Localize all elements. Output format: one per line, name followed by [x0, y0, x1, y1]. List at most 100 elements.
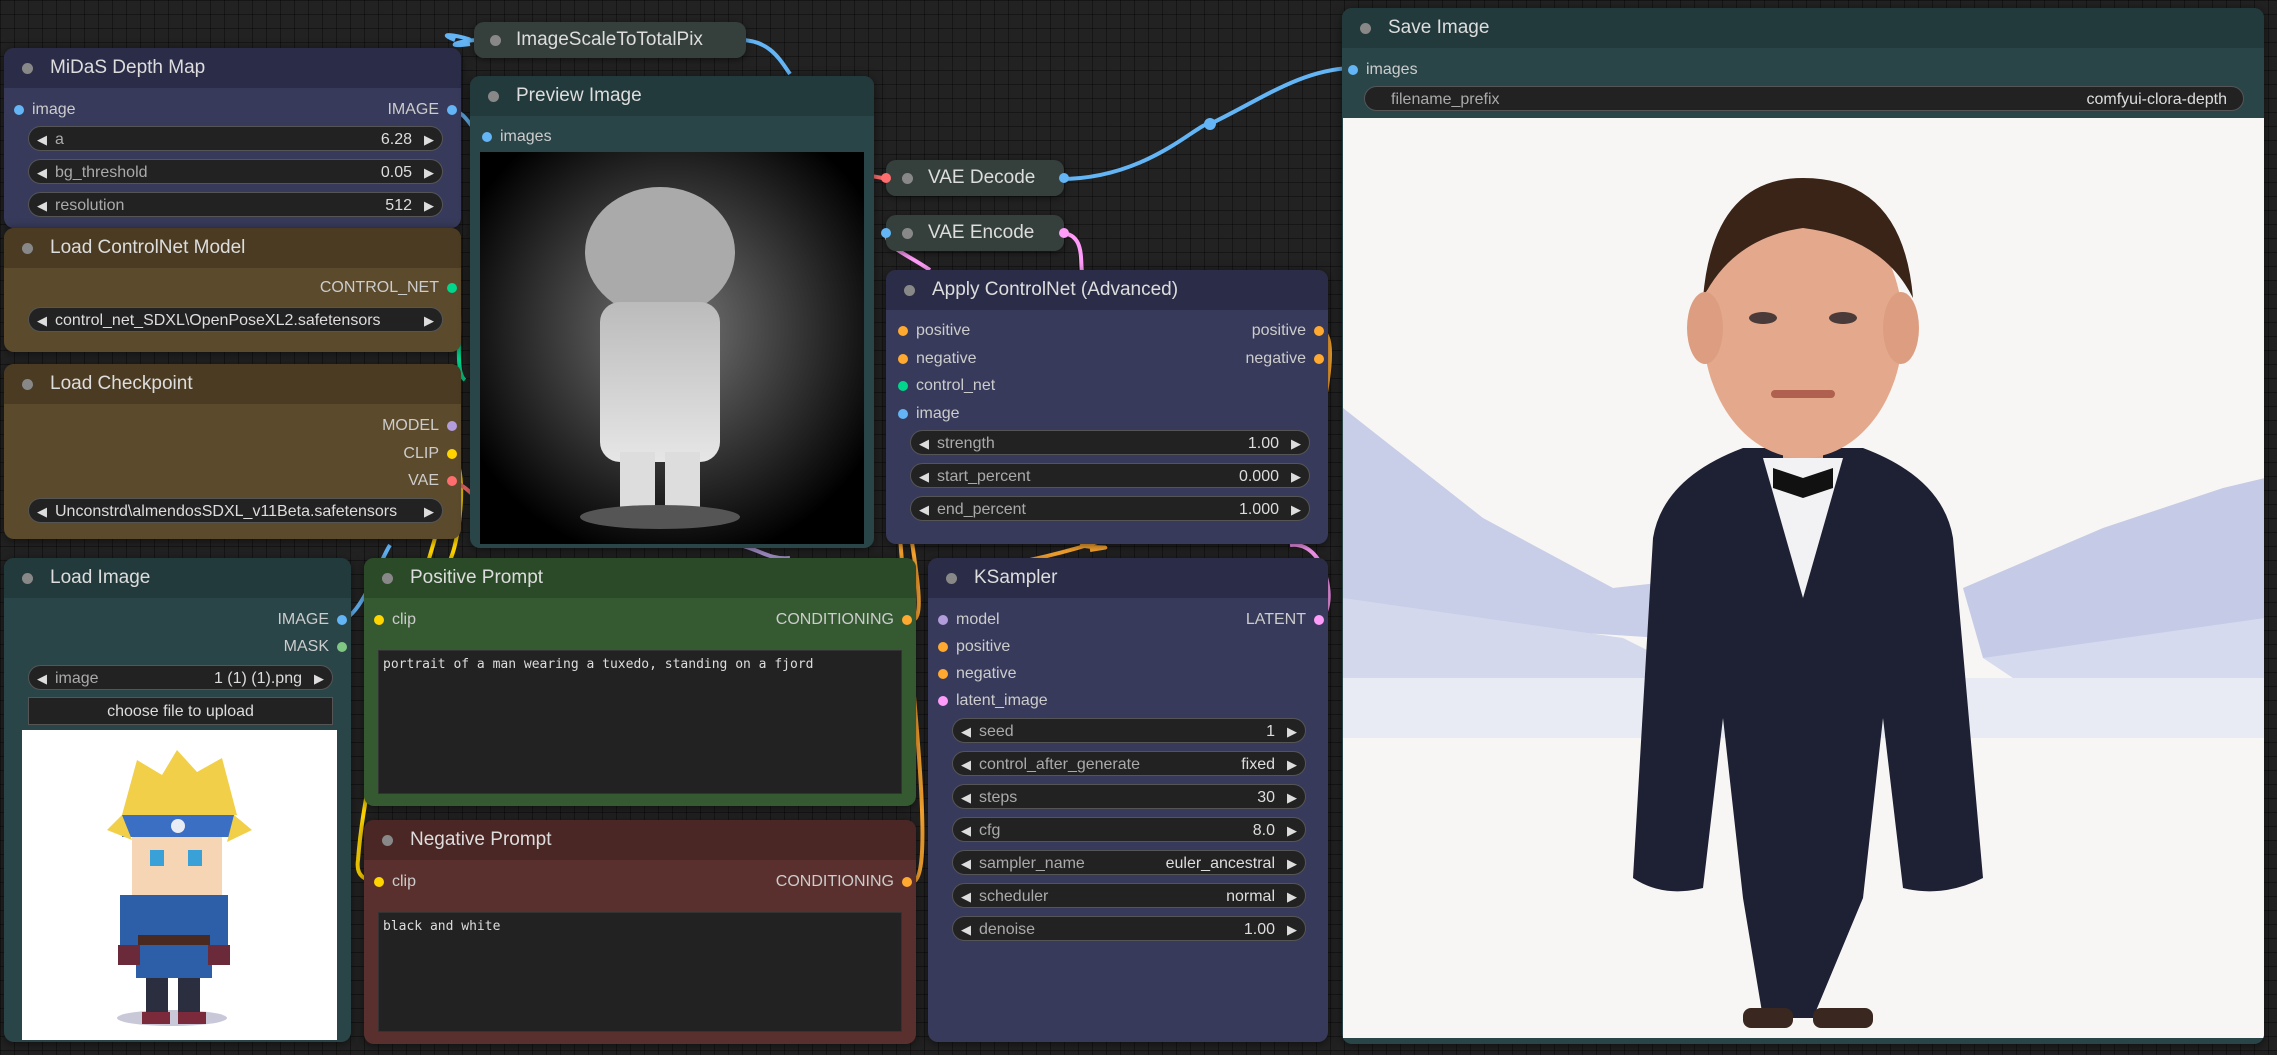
widget-filename-prefix[interactable]: filename_prefix comfyui-clora-depth: [1364, 86, 2244, 111]
output-pin[interactable]: [337, 615, 347, 625]
node-title-bar[interactable]: Positive Prompt: [364, 558, 916, 598]
widget-seed[interactable]: ◀ seed 1 ▶: [952, 718, 1306, 743]
collapse-dot-icon[interactable]: [382, 573, 393, 584]
increment-arrow-icon[interactable]: ▶: [424, 160, 434, 185]
input-pin[interactable]: [898, 354, 908, 364]
widget-image-select[interactable]: ◀ image 1 (1) (1).png ▶: [28, 665, 333, 690]
collapse-dot-icon[interactable]: [902, 173, 913, 184]
input-pin[interactable]: [14, 105, 24, 115]
input-pin[interactable]: [1348, 65, 1358, 75]
node-title-bar[interactable]: Load ControlNet Model: [4, 228, 461, 268]
input-latent-slot[interactable]: latent_image: [938, 690, 1048, 712]
increment-arrow-icon[interactable]: ▶: [1287, 785, 1297, 810]
widget-control-after-generate[interactable]: ◀ control_after_generate fixed ▶: [952, 751, 1306, 776]
negative-prompt-node[interactable]: Negative Prompt clip CONDITIONING black …: [364, 820, 916, 1044]
output-clip-slot[interactable]: CLIP: [403, 443, 457, 465]
widget-start-percent[interactable]: ◀ start_percent 0.000 ▶: [910, 463, 1310, 488]
collapse-dot-icon[interactable]: [22, 243, 33, 254]
image-scale-node[interactable]: ImageScaleToTotalPix: [474, 22, 746, 58]
widget-steps[interactable]: ◀ steps 30 ▶: [952, 784, 1306, 809]
decrement-arrow-icon[interactable]: ◀: [961, 719, 971, 744]
node-graph-canvas[interactable]: ImageScaleToTotalPix MiDaS Depth Map ima…: [0, 0, 2277, 1055]
input-image-slot[interactable]: image: [14, 99, 76, 121]
output-conditioning-slot[interactable]: CONDITIONING: [776, 609, 912, 631]
input-pin[interactable]: [898, 409, 908, 419]
increment-arrow-icon[interactable]: ▶: [1287, 917, 1297, 942]
output-image-slot[interactable]: IMAGE: [387, 99, 457, 121]
increment-arrow-icon[interactable]: ▶: [1287, 719, 1297, 744]
collapse-dot-icon[interactable]: [902, 228, 913, 239]
load-controlnet-node[interactable]: Load ControlNet Model CONTROL_NET ◀ cont…: [4, 228, 461, 352]
widget-control-net-name[interactable]: ◀ control_net_­SDXL\OpenPoseXL2.safetens…: [28, 307, 443, 332]
widget-denoise[interactable]: ◀ denoise 1.00 ▶: [952, 916, 1306, 941]
collapse-dot-icon[interactable]: [490, 35, 501, 46]
output-pin[interactable]: [1314, 326, 1324, 336]
node-title-bar[interactable]: Preview Image: [470, 76, 874, 116]
preview-image-node[interactable]: Preview Image images: [470, 76, 874, 548]
widget-bg-threshold[interactable]: ◀ bg_threshold 0.05 ▶: [28, 159, 443, 184]
save-image-node[interactable]: Save Image images filename_prefix comfyu…: [1342, 8, 2264, 1044]
decrement-arrow-icon[interactable]: ◀: [961, 917, 971, 942]
output-pin[interactable]: [902, 615, 912, 625]
collapse-dot-icon[interactable]: [22, 573, 33, 584]
output-pin[interactable]: [902, 877, 912, 887]
decrement-arrow-icon[interactable]: ◀: [919, 464, 929, 489]
decrement-arrow-icon[interactable]: ◀: [37, 193, 47, 218]
apply-controlnet-node[interactable]: Apply ControlNet (Advanced) positive neg…: [886, 270, 1328, 544]
collapse-dot-icon[interactable]: [22, 379, 33, 390]
input-pin[interactable]: [898, 326, 908, 336]
widget-strength[interactable]: ◀ strength 1.00 ▶: [910, 430, 1310, 455]
output-vae-slot[interactable]: VAE: [408, 470, 457, 492]
increment-arrow-icon[interactable]: ▶: [1291, 464, 1301, 489]
ksampler-node[interactable]: KSampler model positive negative latent_…: [928, 558, 1328, 1042]
decrement-arrow-icon[interactable]: ◀: [37, 160, 47, 185]
input-pin[interactable]: [938, 696, 948, 706]
input-pin[interactable]: [881, 173, 891, 183]
output-pin[interactable]: [1314, 615, 1324, 625]
collapse-dot-icon[interactable]: [904, 285, 915, 296]
decrement-arrow-icon[interactable]: ◀: [961, 884, 971, 909]
increment-arrow-icon[interactable]: ▶: [314, 666, 324, 691]
decrement-arrow-icon[interactable]: ◀: [961, 752, 971, 777]
increment-arrow-icon[interactable]: ▶: [1287, 818, 1297, 843]
output-controlnet-slot[interactable]: CONTROL_NET: [320, 277, 457, 299]
increment-arrow-icon[interactable]: ▶: [1291, 431, 1301, 456]
node-title-bar[interactable]: Apply ControlNet (Advanced): [886, 270, 1328, 310]
vae-decode-node[interactable]: VAE Decode: [881, 160, 1069, 196]
increment-arrow-icon[interactable]: ▶: [424, 308, 434, 333]
widget-a[interactable]: ◀ a 6.28 ▶: [28, 126, 443, 151]
widget-ckpt-name[interactable]: ◀ Unconstrd\almendosSDXL_v11Beta.safeten…: [28, 498, 443, 523]
decrement-arrow-icon[interactable]: ◀: [37, 308, 47, 333]
output-model-slot[interactable]: MODEL: [382, 415, 457, 437]
input-pin[interactable]: [938, 615, 948, 625]
widget-cfg[interactable]: ◀ cfg 8.0 ▶: [952, 817, 1306, 842]
widget-resolution[interactable]: ◀ resolution 512 ▶: [28, 192, 443, 217]
input-clip-slot[interactable]: clip: [374, 609, 416, 631]
prompt-textarea[interactable]: black and white: [378, 912, 902, 1032]
output-pin[interactable]: [1059, 173, 1069, 183]
upload-button[interactable]: choose file to upload: [28, 697, 333, 725]
input-negative-slot[interactable]: negative: [938, 663, 1017, 685]
collapse-dot-icon[interactable]: [22, 63, 33, 74]
input-pin[interactable]: [374, 877, 384, 887]
output-pin[interactable]: [447, 105, 457, 115]
output-conditioning-slot[interactable]: CONDITIONING: [776, 871, 912, 893]
increment-arrow-icon[interactable]: ▶: [1287, 851, 1297, 876]
collapse-dot-icon[interactable]: [488, 91, 499, 102]
input-images-slot[interactable]: images: [482, 126, 552, 148]
vae-encode-node[interactable]: VAE Encode: [881, 215, 1069, 251]
increment-arrow-icon[interactable]: ▶: [424, 499, 434, 524]
increment-arrow-icon[interactable]: ▶: [424, 193, 434, 218]
input-pin[interactable]: [881, 228, 891, 238]
decrement-arrow-icon[interactable]: ◀: [919, 431, 929, 456]
output-negative-slot[interactable]: negative: [1246, 348, 1324, 370]
increment-arrow-icon[interactable]: ▶: [1291, 497, 1301, 522]
input-pin[interactable]: [898, 381, 908, 391]
positive-prompt-node[interactable]: Positive Prompt clip CONDITIONING portra…: [364, 558, 916, 806]
input-controlnet-slot[interactable]: control_net: [898, 375, 995, 397]
collapse-dot-icon[interactable]: [946, 573, 957, 584]
input-negative-slot[interactable]: negative: [898, 348, 977, 370]
prompt-textarea[interactable]: portrait of a man wearing a tuxedo, stan…: [378, 650, 902, 794]
output-positive-slot[interactable]: positive: [1252, 320, 1324, 342]
increment-arrow-icon[interactable]: ▶: [1287, 884, 1297, 909]
